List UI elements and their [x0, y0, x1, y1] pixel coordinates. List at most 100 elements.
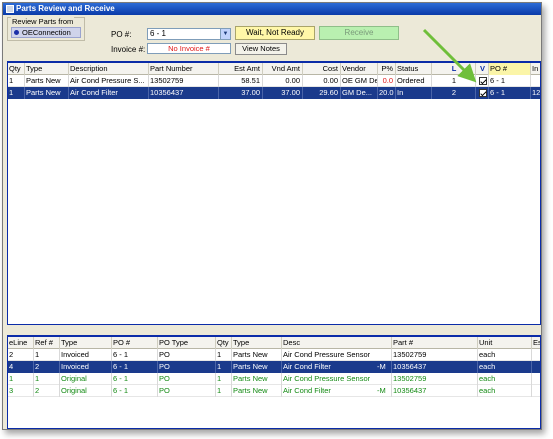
- col-vnd-amt[interactable]: Vnd Amt: [263, 63, 303, 75]
- cell-type: Invoiced: [60, 349, 112, 361]
- col-po[interactable]: PO #: [489, 63, 531, 75]
- review-parts-label: Review Parts from: [11, 17, 75, 26]
- col-l[interactable]: L: [432, 63, 476, 75]
- cell-vnd-amt: 0.00: [263, 75, 303, 87]
- cell-ptype: Parts New: [232, 349, 282, 361]
- cell-qty: 1: [216, 349, 232, 361]
- cell-desc: Air Cond Filter: [283, 386, 331, 395]
- invoice-row[interactable]: 1 1 Original 6 - 1 PO 1 Parts New Air Co…: [8, 373, 540, 385]
- invoice-row[interactable]: 4 2 Invoiced 6 - 1 PO 1 Parts New Air Co…: [8, 361, 540, 373]
- title-bar: Parts Review and Receive: [3, 3, 541, 15]
- col-vendor[interactable]: Vendor: [341, 63, 378, 75]
- invoice-row[interactable]: 3 2 Original 6 - 1 PO 1 Parts New Air Co…: [8, 385, 540, 397]
- cell-eline: 1: [8, 373, 34, 385]
- col-status[interactable]: Status: [396, 63, 432, 75]
- cell-part: 13502759: [392, 349, 478, 361]
- verified-checkbox[interactable]: [478, 77, 487, 85]
- parts-grid: Qty Type Description Part Number Est Amt…: [7, 61, 541, 325]
- invoice-grid-header: eLine Ref # Type PO # PO Type Qty Type D…: [8, 337, 540, 349]
- cell-eline: 2: [8, 349, 34, 361]
- cell-eline: 3: [8, 385, 34, 397]
- cell-unit: each: [478, 373, 532, 385]
- cell-ptype: Parts New: [232, 385, 282, 397]
- cell-in: [531, 75, 540, 87]
- col-unit[interactable]: Unit: [478, 337, 532, 349]
- parts-row[interactable]: 1 Parts New Air Cond Filter 10356437 37.…: [8, 87, 540, 99]
- col-ref[interactable]: Ref #: [34, 337, 60, 349]
- col-est-amt[interactable]: Est Amt: [219, 63, 263, 75]
- verified-checkbox[interactable]: [478, 89, 487, 97]
- col-po[interactable]: PO #: [112, 337, 158, 349]
- parts-row[interactable]: 1 Parts New Air Cond Pressure S... 13502…: [8, 75, 540, 87]
- col-es[interactable]: Es: [532, 337, 540, 349]
- cell-desc: Air Cond Filter: [283, 362, 331, 371]
- receive-button[interactable]: Receive: [319, 26, 399, 40]
- col-type[interactable]: Type: [60, 337, 112, 349]
- col-in[interactable]: In: [531, 63, 540, 75]
- col-part-number[interactable]: Part Number: [149, 63, 219, 75]
- cell-ref: 1: [34, 349, 60, 361]
- invoice-label: Invoice #:: [111, 45, 146, 54]
- po-select[interactable]: 6 - 1 ▼: [147, 28, 231, 40]
- cell-es: [532, 373, 540, 385]
- col-v[interactable]: V: [476, 63, 489, 75]
- review-parts-group: Review Parts from OEConnection: [7, 17, 85, 41]
- cell-unit: each: [478, 361, 532, 373]
- invoice-grid: eLine Ref # Type PO # PO Type Qty Type D…: [7, 335, 541, 429]
- cell-vendor: GM De...: [341, 87, 378, 99]
- cell-part-number: 13502759: [149, 75, 219, 87]
- po-value: 6 - 1: [150, 29, 167, 38]
- col-description[interactable]: Description: [69, 63, 149, 75]
- wait-not-ready-button[interactable]: Wait, Not Ready: [235, 26, 315, 40]
- cell-po: 6 - 1: [112, 361, 158, 373]
- cell-po-type: PO: [158, 349, 216, 361]
- cell-l: 2: [432, 87, 476, 99]
- invoice-row[interactable]: 2 1 Invoiced 6 - 1 PO 1 Parts New Air Co…: [8, 349, 540, 361]
- oeconnection-label: OEConnection: [22, 28, 71, 37]
- cell-ptype: Parts New: [232, 361, 282, 373]
- cell-pct: 0.0: [378, 75, 396, 87]
- cell-eline: 4: [8, 361, 34, 373]
- cell-type: Invoiced: [60, 361, 112, 373]
- cell-po-type: PO: [158, 373, 216, 385]
- col-cost[interactable]: Cost: [303, 63, 341, 75]
- cell-part: 10356437: [392, 385, 478, 397]
- cell-qty: 1: [216, 385, 232, 397]
- col-po-type[interactable]: PO Type: [158, 337, 216, 349]
- cell-po-type: PO: [158, 361, 216, 373]
- cell-cost: 0.00: [303, 75, 341, 87]
- cell-qty: 1: [8, 87, 25, 99]
- oeconnection-radio[interactable]: OEConnection: [11, 27, 81, 38]
- parts-review-window: Parts Review and Receive Review Parts fr…: [2, 2, 542, 430]
- col-eline[interactable]: eLine: [8, 337, 34, 349]
- col-ptype[interactable]: Type: [232, 337, 282, 349]
- cell-qty: 1: [216, 373, 232, 385]
- col-pct[interactable]: P%: [378, 63, 396, 75]
- cell-unit: each: [478, 349, 532, 361]
- cell-status: In: [396, 87, 432, 99]
- cell-in: 12: [531, 87, 540, 99]
- chevron-down-icon[interactable]: ▼: [220, 29, 230, 39]
- cell-v: [476, 75, 489, 87]
- cell-vendor: OE GM De...: [342, 75, 378, 87]
- col-desc[interactable]: Desc: [282, 337, 392, 349]
- cell-po: 6 - 1: [112, 373, 158, 385]
- cell-ref: 1: [34, 373, 60, 385]
- col-qty[interactable]: Qty: [8, 63, 25, 75]
- col-part[interactable]: Part #: [392, 337, 478, 349]
- cell-es: [532, 385, 540, 397]
- cell-description: Air Cond Filter: [69, 87, 149, 99]
- cell-part-number: 10356437: [149, 87, 219, 99]
- cell-pct: 20.0: [378, 87, 396, 99]
- col-qty[interactable]: Qty: [216, 337, 232, 349]
- window-icon: [6, 5, 14, 13]
- po-label: PO #:: [111, 30, 132, 39]
- invoice-field[interactable]: No Invoice #: [147, 43, 231, 54]
- cell-ptype: Parts New: [232, 373, 282, 385]
- cell-est-amt: 58.51: [219, 75, 263, 87]
- col-type[interactable]: Type: [25, 63, 69, 75]
- cell-part: 10356437: [392, 361, 478, 373]
- cell-part: 13502759: [392, 373, 478, 385]
- view-notes-button[interactable]: View Notes: [235, 43, 287, 55]
- cell-vnd-amt: 37.00: [263, 87, 303, 99]
